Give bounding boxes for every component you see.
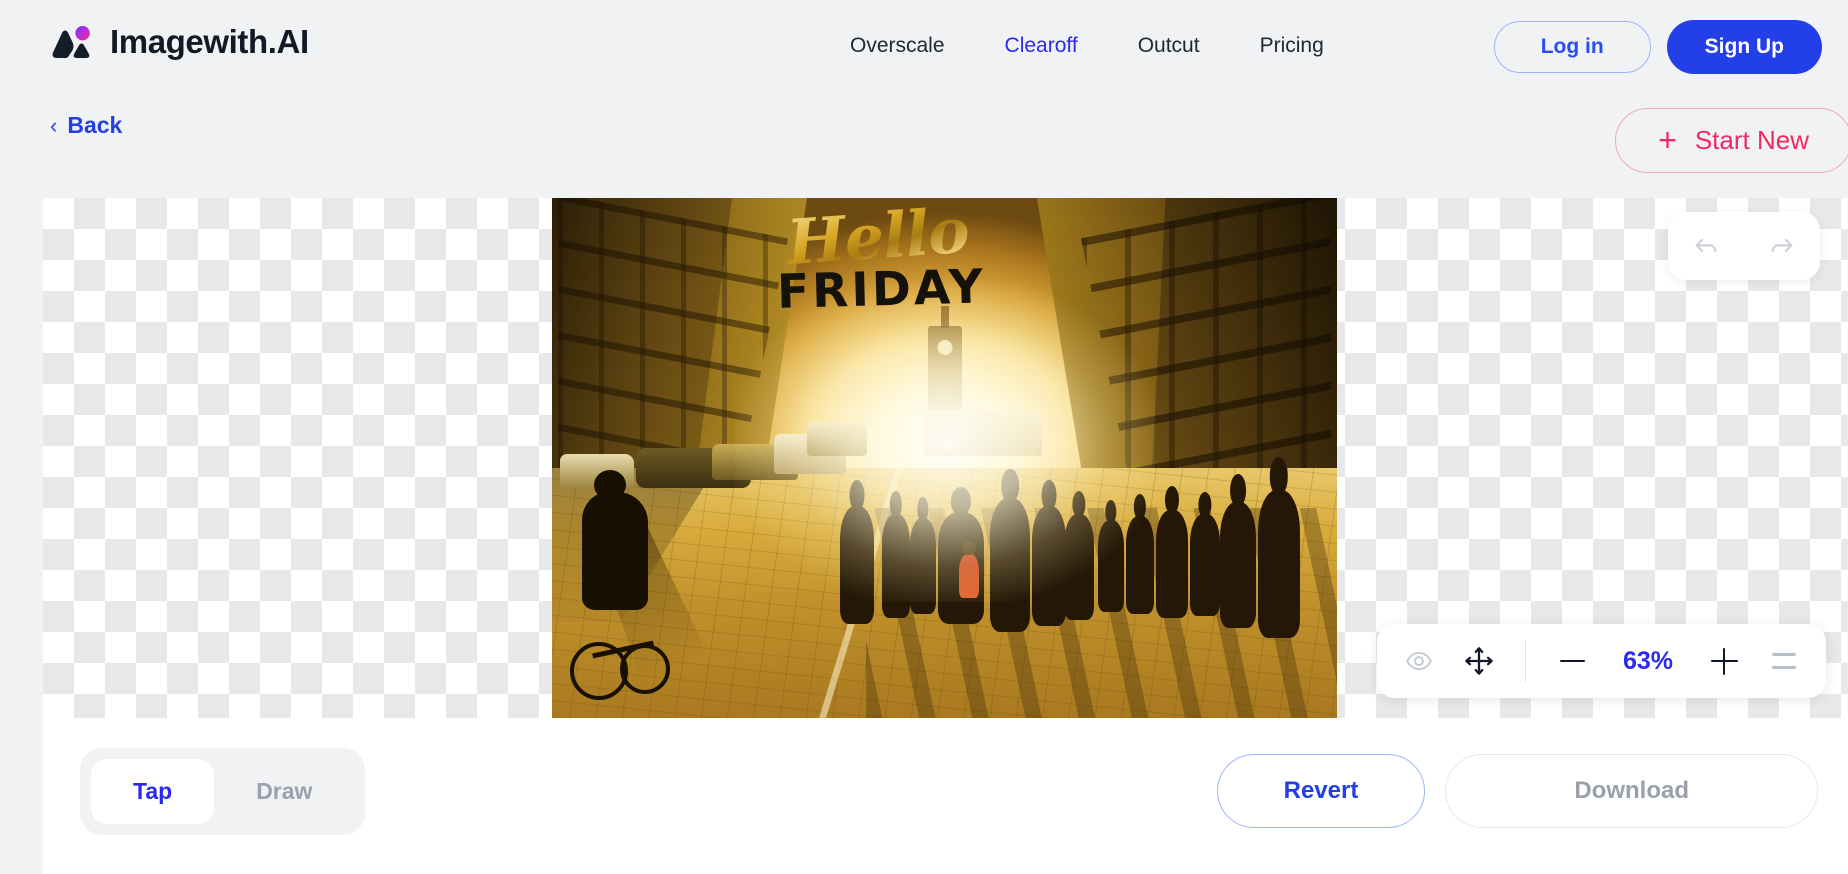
start-new-button[interactable]: + Start New	[1615, 108, 1848, 173]
image-person	[882, 514, 910, 618]
image-person	[1098, 520, 1124, 612]
redo-arrow-icon[interactable]	[1767, 231, 1797, 261]
editor-subheader: ‹ Back + Start New	[0, 88, 1848, 198]
revert-button[interactable]: Revert	[1216, 754, 1426, 828]
plus-icon: +	[1658, 121, 1677, 158]
image-person	[1032, 506, 1066, 626]
editor-actions: Revert Download	[1216, 754, 1818, 828]
start-new-label: Start New	[1694, 125, 1809, 155]
back-button[interactable]: ‹ Back	[50, 112, 122, 139]
image-bicycle-wheel	[620, 644, 670, 694]
image-tower-clock-face	[937, 340, 952, 355]
editor-bottom-bar: Tap Draw Revert Download	[43, 718, 1848, 874]
auth-actions: Log in Sign Up	[1493, 20, 1822, 74]
download-button[interactable]: Download	[1445, 754, 1818, 828]
image-person	[990, 498, 1030, 632]
image-person	[1190, 514, 1220, 616]
back-label: Back	[67, 112, 123, 138]
eye-icon[interactable]	[1399, 641, 1439, 681]
chevron-left-icon: ‹	[50, 112, 58, 138]
image-bus	[924, 410, 1042, 456]
zoom-toolbar: 63%	[1377, 624, 1826, 698]
zoom-level-value: 63%	[1622, 646, 1674, 675]
hamburger-menu-icon[interactable]	[1764, 641, 1804, 681]
image-person	[840, 506, 874, 624]
main-nav: Overscale Clearoff Outcut Pricing	[820, 28, 1354, 64]
edited-image[interactable]: Hello FRIDAY	[552, 198, 1337, 718]
brand-logo[interactable]: Imagewith.AI	[46, 18, 309, 66]
canvas-left-gutter	[0, 198, 43, 718]
mode-tap-option[interactable]: Tap	[91, 759, 215, 824]
signup-button[interactable]: Sign Up	[1666, 20, 1822, 74]
image-person	[1156, 510, 1188, 618]
login-button[interactable]: Log in	[1493, 21, 1651, 73]
image-person	[1126, 516, 1154, 614]
bottom-left-gutter	[0, 718, 43, 874]
image-child	[959, 554, 979, 598]
zoom-out-button[interactable]	[1552, 641, 1592, 681]
clearoff-editor-page: Imagewith.AI Overscale Clearoff Outcut P…	[0, 0, 1848, 874]
undo-arrow-icon[interactable]	[1691, 231, 1721, 261]
image-person	[1220, 502, 1256, 628]
mode-draw-option[interactable]: Draw	[214, 759, 354, 824]
image-person	[1258, 490, 1300, 638]
image-cyclist-body	[582, 492, 648, 610]
move-pan-icon[interactable]	[1459, 641, 1499, 681]
toolbar-divider	[1525, 640, 1526, 682]
history-controls	[1668, 212, 1820, 280]
nav-item-outcut[interactable]: Outcut	[1108, 28, 1230, 64]
brand-name: Imagewith.AI	[110, 23, 309, 60]
image-cyclist-head	[594, 470, 626, 500]
nav-item-overscale[interactable]: Overscale	[820, 28, 975, 64]
image-person	[910, 518, 936, 614]
image-person	[1064, 514, 1094, 620]
edit-mode-toggle: Tap Draw	[80, 748, 366, 835]
minus-icon	[1559, 659, 1585, 663]
plus-icon	[1710, 647, 1738, 675]
mountain-logo-icon	[46, 18, 94, 66]
image-clock-tower	[927, 326, 962, 418]
nav-item-pricing[interactable]: Pricing	[1230, 28, 1354, 64]
image-car	[807, 422, 867, 456]
site-header: Imagewith.AI Overscale Clearoff Outcut P…	[0, 0, 1848, 88]
zoom-in-button[interactable]	[1704, 641, 1744, 681]
nav-item-clearoff[interactable]: Clearoff	[975, 28, 1108, 64]
image-canvas[interactable]: Hello FRIDAY	[43, 198, 1848, 718]
